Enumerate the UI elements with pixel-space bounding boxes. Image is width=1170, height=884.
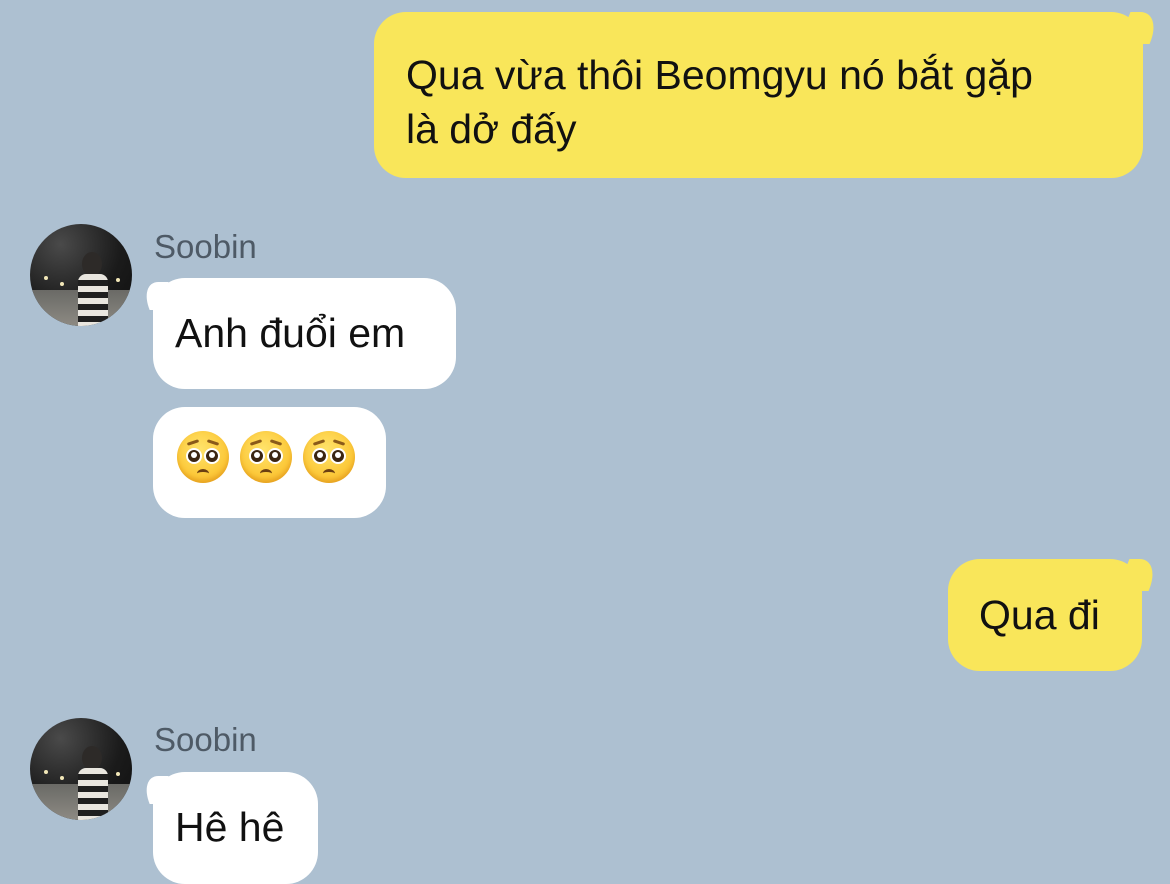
avatar[interactable] <box>30 718 132 820</box>
message-text: Anh đuổi em <box>175 310 406 356</box>
sender-name: Soobin <box>154 228 257 265</box>
pleading-face-icon <box>303 431 355 483</box>
incoming-emoji-bubble[interactable] <box>153 407 386 518</box>
message-text: Qua đi <box>979 592 1100 638</box>
outgoing-message-bubble[interactable]: Qua vừa thôi Beomgyu nó bắt gặp là dở đấ… <box>374 12 1143 178</box>
pleading-face-icon <box>177 431 229 483</box>
outgoing-message-bubble[interactable]: Qua đi <box>948 559 1142 671</box>
emoji-row <box>177 431 386 483</box>
sender-name: Soobin <box>154 721 257 758</box>
message-text: Hê hê <box>175 804 285 850</box>
message-text: Qua vừa thôi Beomgyu nó bắt gặp là dở đấ… <box>406 52 1033 152</box>
pleading-face-icon <box>240 431 292 483</box>
avatar[interactable] <box>30 224 132 326</box>
incoming-message-bubble[interactable]: Hê hê <box>153 772 318 884</box>
incoming-message-bubble[interactable]: Anh đuổi em <box>153 278 456 389</box>
chat-view[interactable]: Qua vừa thôi Beomgyu nó bắt gặp là dở đấ… <box>0 0 1170 884</box>
